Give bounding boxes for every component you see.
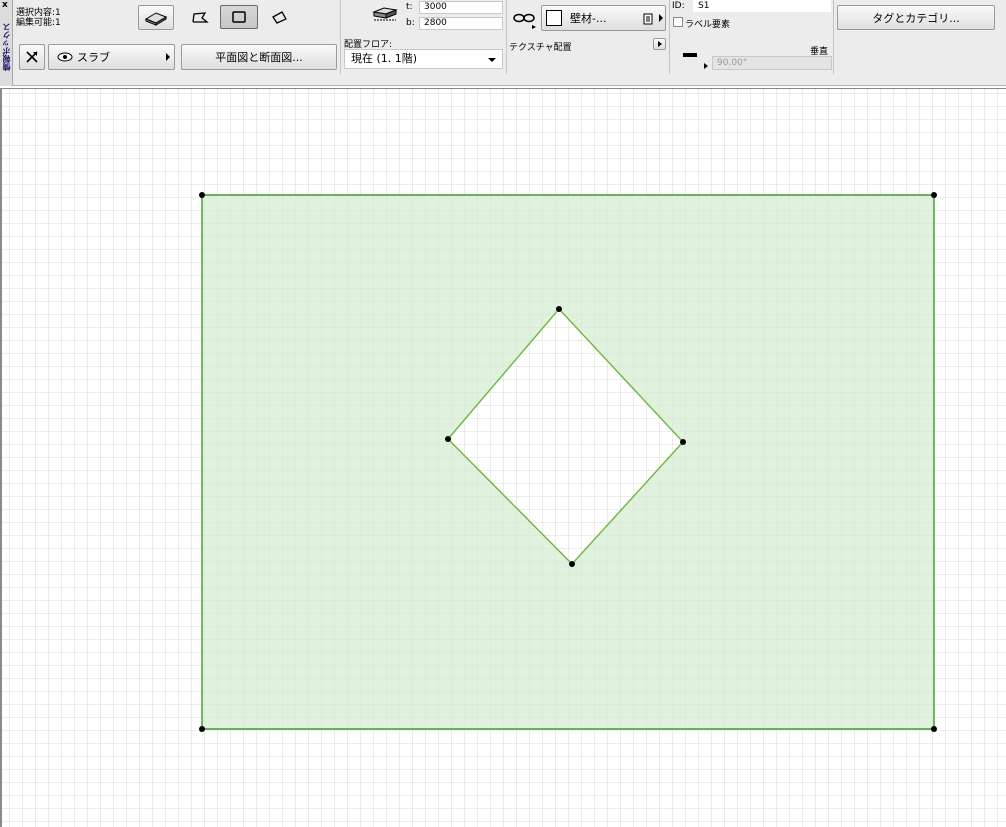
chevron-right-icon: [658, 41, 662, 47]
surface-material-selector[interactable]: 壁材-...: [541, 5, 666, 31]
label-element-label: ラベル要素: [685, 20, 731, 30]
close-icon[interactable]: x: [2, 0, 8, 10]
vertex-node[interactable]: [199, 726, 205, 732]
rectangle-method-button[interactable]: [220, 5, 258, 29]
toolbar-divider: [833, 0, 834, 74]
vertex-node[interactable]: [931, 726, 937, 732]
id-field[interactable]: S1: [693, 0, 831, 12]
info-box-palette: x 情報ボックス 選択内容:1 編集可能:1 スラブ 平面図と断面図... t:…: [0, 0, 1006, 86]
archicad-window: x 情報ボックス 選択内容:1 編集可能:1 スラブ 平面図と断面図... t:…: [0, 0, 1006, 827]
top-offset-label: t:: [406, 2, 413, 12]
floor-plan-and-section-button[interactable]: 平面図と断面図...: [181, 44, 337, 70]
vertex-node[interactable]: [569, 561, 575, 567]
vertex-node[interactable]: [680, 439, 686, 445]
home-story-value: 現在 (1. 1階): [351, 52, 418, 65]
chevron-right-icon: [659, 14, 663, 22]
element-type-selector[interactable]: スラブ: [48, 44, 175, 70]
document-icon: [643, 13, 653, 25]
dropdown-arrow-icon: [488, 58, 496, 62]
chevron-right-icon[interactable]: [704, 63, 708, 69]
label-element-checkbox[interactable]: [673, 17, 683, 27]
toolbar-divider: [340, 0, 341, 74]
palette-side-tab[interactable]: x 情報ボックス: [0, 0, 13, 86]
rotated-rectangle-method-button[interactable]: [264, 6, 294, 28]
rotated-rectangle-icon: [272, 11, 287, 24]
slab-thickness-icon: [372, 7, 398, 21]
home-story-dropdown[interactable]: 現在 (1. 1階): [344, 49, 503, 69]
vertex-node[interactable]: [931, 192, 937, 198]
tag-and-category-button[interactable]: タグとカテゴリ...: [837, 5, 995, 30]
chevron-right-icon: [166, 53, 170, 61]
surface-material-label: 壁材-...: [570, 12, 607, 25]
link-chain-icon[interactable]: [512, 11, 538, 29]
polygon-icon: [192, 12, 209, 23]
editable-count: 編集可能:1: [16, 18, 61, 28]
id-label: ID:: [672, 1, 685, 11]
rectangle-icon: [232, 11, 246, 23]
texture-expand-button[interactable]: [653, 38, 666, 50]
palette-title: 情報ボックス: [2, 23, 11, 71]
selection-count: 選択内容:1: [16, 8, 61, 18]
toolbar-divider: [669, 0, 670, 74]
line-type-icon[interactable]: [683, 53, 697, 57]
eye-icon: [57, 52, 73, 62]
vertex-node[interactable]: [445, 436, 451, 442]
no-arrow-icon: [26, 51, 38, 63]
element-type-label: スラブ: [77, 51, 110, 64]
layer-visibility-button[interactable]: [19, 44, 45, 70]
edge-angle-field[interactable]: 90.00°: [712, 56, 832, 70]
vertex-node[interactable]: [199, 192, 205, 198]
material-swatch-icon: [546, 10, 562, 26]
slab-tool-icon: [144, 11, 168, 26]
floor-plan-drawing[interactable]: [2, 89, 1006, 827]
slab-settings-button[interactable]: [138, 5, 174, 30]
toolbar-divider: [506, 0, 507, 74]
polygon-method-button[interactable]: [184, 6, 214, 28]
floor-plan-canvas[interactable]: [0, 88, 1006, 827]
vertex-node[interactable]: [556, 306, 562, 312]
top-offset-field[interactable]: 3000: [419, 1, 503, 14]
bottom-offset-field[interactable]: 2800: [419, 17, 503, 30]
texture-placement-label: テクスチャ配置: [509, 43, 572, 53]
bottom-offset-label: b:: [406, 18, 415, 28]
